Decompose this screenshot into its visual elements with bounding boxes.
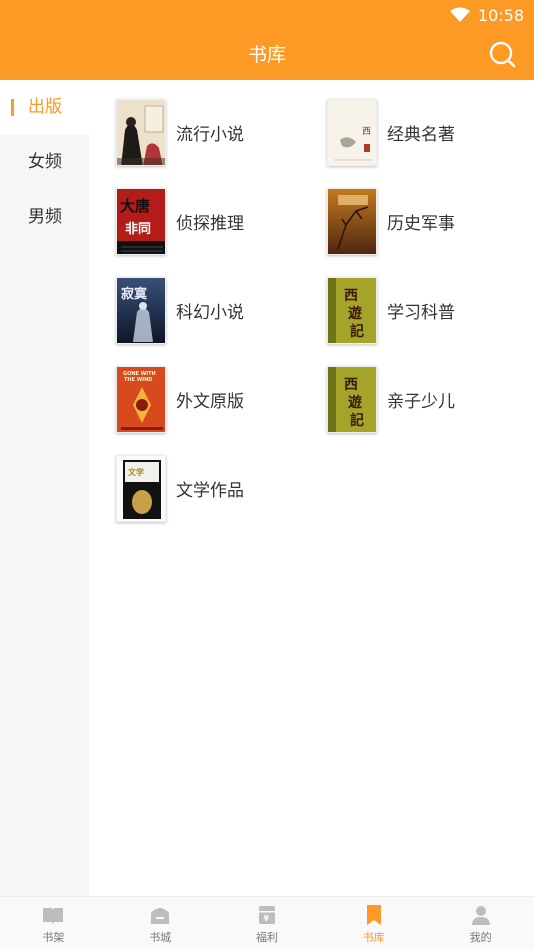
category-label: 亲子少儿 xyxy=(387,391,455,412)
category-label: 外文原版 xyxy=(176,391,244,412)
bookmark-icon xyxy=(366,905,381,925)
svg-text:記: 記 xyxy=(350,323,364,340)
svg-text:西: 西 xyxy=(344,288,358,304)
category-item[interactable]: 西 遊 記 亲子少儿 xyxy=(327,364,527,434)
svg-text:THE WIND: THE WIND xyxy=(124,377,152,383)
wifi-icon xyxy=(449,7,470,22)
category-sidebar: 出版 女频 男频 xyxy=(0,80,89,896)
svg-text:遊: 遊 xyxy=(348,305,362,322)
book-cover: 西 遊 記 xyxy=(327,276,377,344)
category-item[interactable]: 大唐 非同 侦探推理 xyxy=(116,186,316,256)
category-label: 科幻小说 xyxy=(176,302,244,323)
category-item[interactable]: GONE WITH THE WIND 外文原版 xyxy=(116,364,316,434)
sidebar-item-label: 男频 xyxy=(28,207,62,227)
bottom-tab-bar: 书架 书城 ¥ 福利 书库 我的 xyxy=(0,896,534,949)
svg-text:寂寞: 寂寞 xyxy=(121,286,148,302)
svg-text:非同: 非同 xyxy=(125,221,151,237)
tab-label: 书城 xyxy=(149,931,172,944)
book-cover: 文学 xyxy=(116,454,166,522)
svg-text:西: 西 xyxy=(344,377,358,393)
tab-welfare[interactable]: ¥ 福利 xyxy=(214,897,321,949)
tab-bookshelf[interactable]: 书架 xyxy=(0,897,107,949)
book-cover: GONE WITH THE WIND xyxy=(116,365,166,433)
category-item[interactable]: 流行小说 xyxy=(116,97,316,167)
book-cover xyxy=(116,98,166,166)
category-label: 学习科普 xyxy=(387,302,455,323)
user-icon xyxy=(471,906,490,925)
search-icon[interactable] xyxy=(488,40,516,68)
app-root: 10:58 书库 出版 女频 男频 流行小说 西 经典名著 大唐 非同 侦探推理… xyxy=(0,0,534,949)
category-item[interactable]: 寂寞 科幻小说 xyxy=(116,275,316,345)
sidebar-item-label: 女频 xyxy=(28,152,62,172)
top-app-bar: 10:58 书库 xyxy=(0,0,534,80)
page-title: 书库 xyxy=(247,44,286,66)
status-bar: 10:58 xyxy=(449,4,524,26)
book-cover xyxy=(327,187,377,255)
category-label: 流行小说 xyxy=(176,124,244,145)
sidebar-item-publish[interactable]: 出版 xyxy=(0,80,89,135)
tab-label: 书库 xyxy=(362,931,385,944)
category-label: 文学作品 xyxy=(176,480,244,501)
svg-text:記: 記 xyxy=(350,412,364,429)
svg-text:¥: ¥ xyxy=(263,914,269,923)
category-label: 历史军事 xyxy=(387,213,455,234)
category-label: 经典名著 xyxy=(387,124,455,145)
category-item[interactable]: 文学 文学作品 xyxy=(116,453,316,523)
category-grid: 流行小说 西 经典名著 大唐 非同 侦探推理 历史军事 寂寞 科幻小说 西 遊 … xyxy=(89,80,534,896)
category-item[interactable]: 西 遊 記 学习科普 xyxy=(327,275,527,345)
sidebar-item-label: 出版 xyxy=(28,97,62,117)
book-open-icon xyxy=(43,908,64,924)
gift-icon: ¥ xyxy=(258,906,275,924)
category-item[interactable]: 历史军事 xyxy=(327,186,527,256)
tab-library[interactable]: 书库 xyxy=(320,897,427,949)
active-indicator xyxy=(11,99,14,116)
tab-bookstore[interactable]: 书城 xyxy=(107,897,214,949)
category-label: 侦探推理 xyxy=(176,213,244,234)
tab-mine[interactable]: 我的 xyxy=(427,897,534,949)
book-cover: 大唐 非同 xyxy=(116,187,166,255)
tab-label: 福利 xyxy=(255,931,278,944)
svg-text:西: 西 xyxy=(362,126,371,137)
category-item[interactable]: 西 经典名著 xyxy=(327,97,527,167)
tab-label: 我的 xyxy=(469,931,492,944)
book-cover: 西 遊 記 xyxy=(327,365,377,433)
tab-label: 书架 xyxy=(42,931,65,944)
svg-text:文学: 文学 xyxy=(128,467,144,477)
svg-text:遊: 遊 xyxy=(348,394,362,411)
sidebar-item-male[interactable]: 男频 xyxy=(0,190,89,245)
status-time: 10:58 xyxy=(477,5,524,25)
store-icon xyxy=(151,908,170,924)
svg-text:大唐: 大唐 xyxy=(120,197,150,215)
sidebar-item-female[interactable]: 女频 xyxy=(0,135,89,190)
book-cover: 寂寞 xyxy=(116,276,166,344)
book-cover: 西 xyxy=(327,98,377,166)
